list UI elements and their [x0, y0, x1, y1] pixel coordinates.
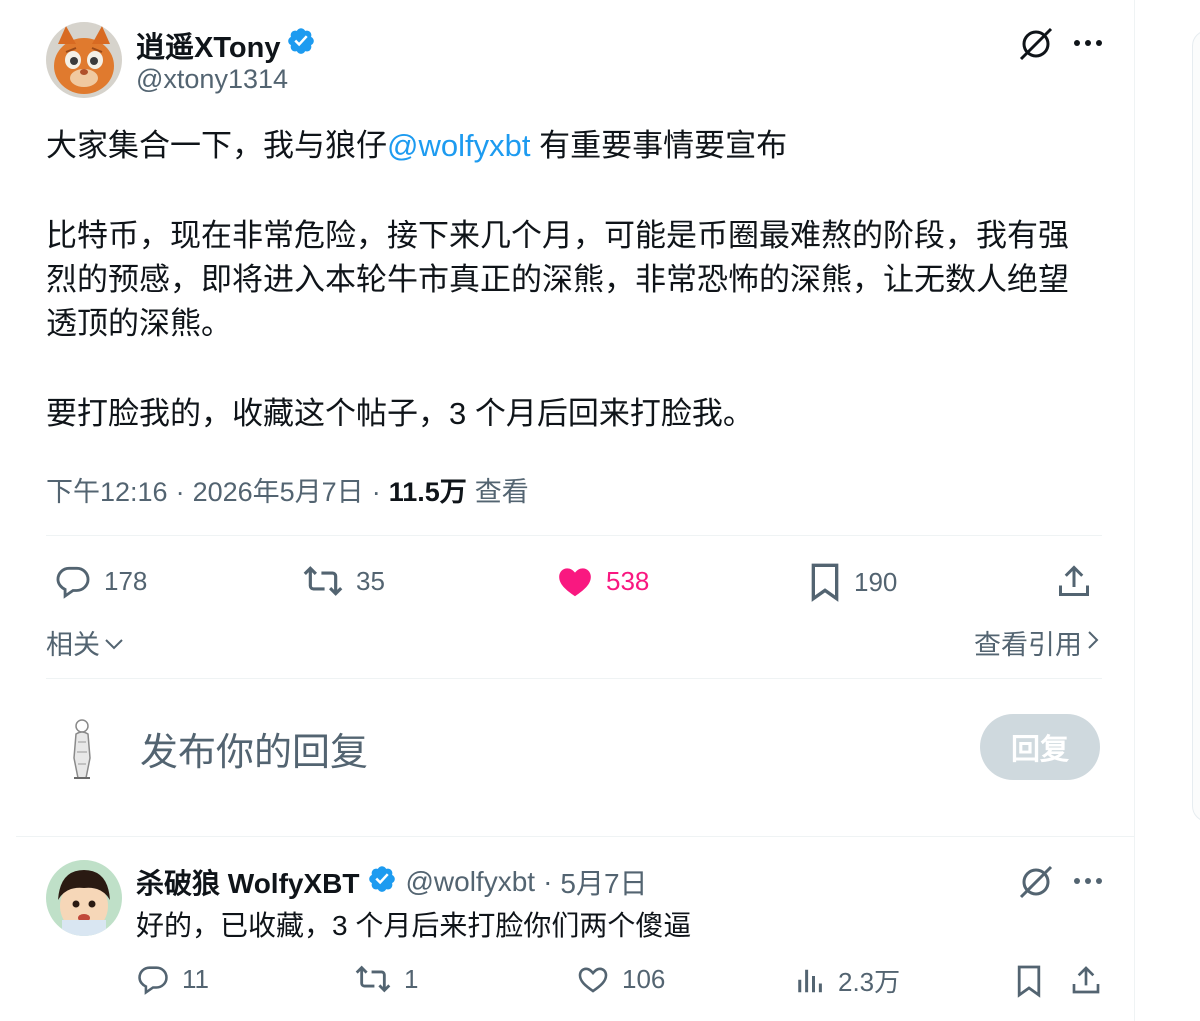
views-count: 11.5万	[388, 477, 467, 507]
share-icon[interactable]	[1068, 960, 1104, 1000]
tweet-time[interactable]: 下午12:16	[46, 470, 168, 509]
reply-text: 好的，已收藏，3 个月后来打脸你们两个傻逼	[136, 910, 692, 941]
meta-sep: ·	[371, 477, 381, 507]
divider	[46, 678, 1102, 679]
bookmark-icon	[808, 562, 842, 602]
reply-icon	[136, 962, 170, 996]
reply-views-action[interactable]: 2.3万	[796, 962, 900, 999]
reply-reply-action[interactable]: 11	[136, 962, 209, 996]
reply-author-name[interactable]: 杀破狼 WolfyXBT	[136, 862, 359, 902]
divider	[16, 836, 1134, 837]
views-icon	[796, 964, 826, 998]
reply-like-action[interactable]: 106	[576, 962, 665, 996]
reply-retweet-action[interactable]: 1	[354, 962, 418, 996]
tweet-paragraph-3: 要打脸我的，收藏这个帖子，3 个月后回来打脸我。	[46, 396, 754, 431]
reply-date[interactable]: 5月7日	[560, 862, 647, 902]
chevron-right-icon	[1086, 627, 1100, 658]
author-handle[interactable]: @xtony1314	[136, 64, 288, 95]
tweet-paragraph-2-line2: 烈的预感，即将进入本轮牛市真正的深熊，非常恐怖的深熊，让无数人绝望	[46, 262, 1069, 297]
tweet-paragraph-2-line1: 比特币，现在非常危险，接下来几个月，可能是币圈最难熬的阶段，我有强	[46, 218, 1069, 253]
retweet-action[interactable]: 35	[302, 562, 385, 600]
like-count: 538	[606, 565, 650, 596]
grok-icon[interactable]	[1014, 22, 1058, 66]
bookmark-count: 190	[854, 566, 898, 597]
timeline-column: 逍遥XTony @xtony1314 大家集合一下，我与狼仔@wolfyxbt …	[0, 0, 1135, 1021]
like-action[interactable]: 538	[556, 562, 649, 600]
tweet-text-prefix: 大家集合一下，我与狼仔	[46, 128, 387, 163]
divider	[46, 535, 1102, 536]
reply-button[interactable]: 回复	[980, 714, 1100, 780]
view-quotes-link[interactable]: 查看引用	[974, 623, 1100, 662]
more-icon[interactable]	[1066, 26, 1110, 60]
reply-like-count: 106	[622, 963, 666, 994]
tweet-date[interactable]: 2026年5月7日	[193, 470, 364, 509]
reply-retweet-count: 1	[404, 963, 419, 994]
sidebar-card-edge	[1192, 30, 1200, 822]
chevron-down-icon	[104, 627, 124, 658]
views-label: 查看	[474, 477, 529, 507]
reply-action[interactable]: 178	[54, 562, 147, 600]
more-icon[interactable]	[1066, 864, 1110, 898]
view-quotes-label: 查看引用	[974, 630, 1082, 660]
meta-sep: ·	[175, 477, 185, 507]
tweet-text-suffix: 有重要事情要宣布	[530, 128, 788, 163]
reply-count: 178	[104, 565, 148, 596]
retweet-icon	[354, 962, 392, 996]
retweet-icon	[302, 562, 344, 600]
tweet-paragraph-2-line3: 透顶的深熊。	[46, 306, 232, 341]
verified-badge-icon	[367, 864, 397, 901]
tweet-paragraph-2: 比特币，现在非常危险，接下来几个月，可能是币圈最难熬的阶段，我有强 烈的预感，即…	[46, 214, 1116, 346]
author-name[interactable]: 逍遥XTony	[136, 24, 280, 66]
reply-reply-count: 11	[182, 963, 209, 994]
tweet-meta: 下午12:16 · 2026年5月7日 · 11.5万 查看	[46, 470, 529, 509]
heart-icon	[576, 962, 610, 996]
heart-icon	[556, 562, 594, 600]
reply-author-avatar[interactable]	[46, 860, 122, 936]
reply-views-count: 2.3万	[838, 967, 901, 997]
related-label: 相关	[46, 630, 100, 660]
verified-badge-icon	[286, 26, 316, 64]
mention-link[interactable]: @wolfyxbt	[387, 128, 530, 163]
bookmark-icon[interactable]	[1012, 962, 1046, 1000]
share-icon[interactable]	[1054, 560, 1094, 602]
reply-input[interactable]: 发布你的回复	[140, 720, 940, 776]
grok-icon[interactable]	[1014, 860, 1058, 904]
related-toggle[interactable]: 相关	[46, 623, 124, 662]
reply-icon	[54, 562, 92, 600]
author-avatar[interactable]	[46, 22, 122, 98]
bookmark-action[interactable]: 190	[808, 562, 897, 602]
meta-sep: ·	[543, 866, 553, 897]
current-user-avatar[interactable]	[50, 712, 114, 784]
retweet-count: 35	[356, 565, 385, 596]
tweet-text-line1: 大家集合一下，我与狼仔@wolfyxbt 有重要事情要宣布	[46, 124, 1116, 168]
reply-author-handle[interactable]: @wolfyxbt	[405, 866, 535, 898]
